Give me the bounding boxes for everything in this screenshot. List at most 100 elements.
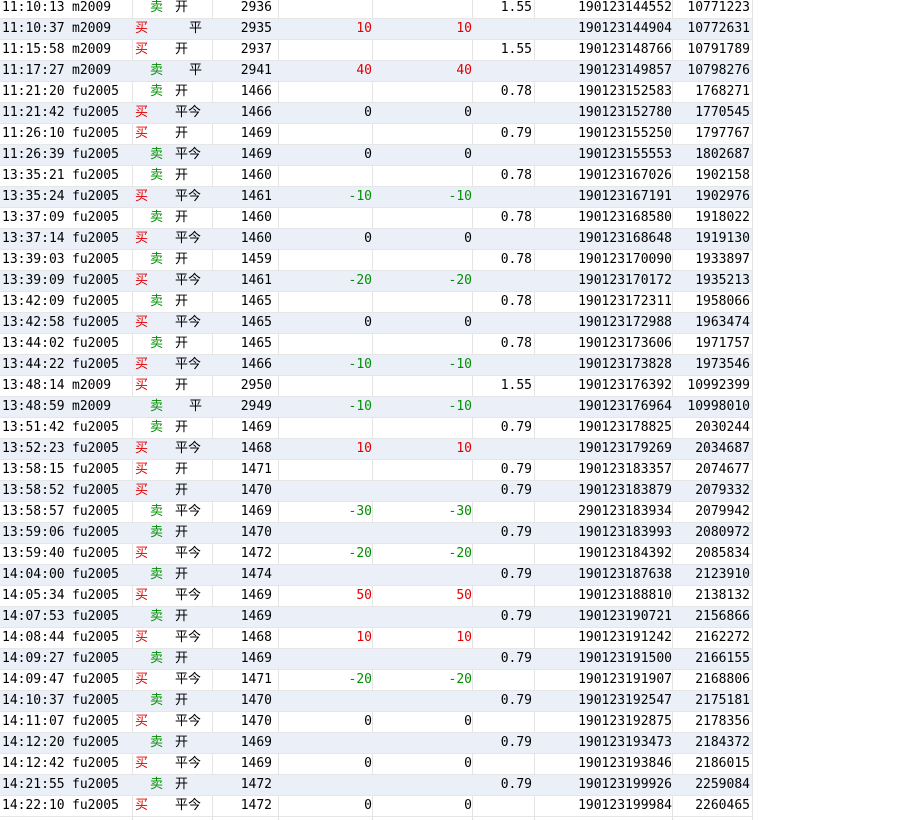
- pnl-total: [380, 418, 472, 438]
- table-row[interactable]: 14:12:20 fu2005 卖开 1469 0.79 190123193473 2184…: [0, 733, 752, 754]
- table-row[interactable]: 13:51:42 fu2005 卖开 1469 0.79 190123178825 2030…: [0, 418, 752, 439]
- pnl-total: 10: [456, 21, 472, 36]
- table-row[interactable]: 14:22:10 fu2005 买 平今 1472 0 0 190123199984 22604…: [0, 796, 752, 817]
- trade-price: 1460: [240, 210, 272, 225]
- table-row[interactable]: 13:35:21 fu2005 卖开 1460 0.78 190123167026 1902…: [0, 166, 752, 187]
- commission-fee: [474, 670, 532, 690]
- contract-code: fu2005: [72, 504, 119, 519]
- trade-time: 14:22:10: [2, 798, 65, 813]
- deal-number: 1963474: [695, 315, 750, 330]
- trade-price: 1472: [240, 798, 272, 813]
- table-row[interactable]: 14:05:34 fu2005 买 平今 1469 50 50 190123188810 213…: [0, 586, 752, 607]
- offset-label: 平今: [175, 357, 202, 372]
- table-row[interactable]: 11:21:20 fu2005 卖开 1466 0.78 190123152583 1768…: [0, 82, 752, 103]
- table-row[interactable]: 13:58:15 fu2005 买 开 1471 0.79 190123183357 2074…: [0, 460, 752, 481]
- table-row[interactable]: 13:59:40 fu2005 买 平今 1472 -20 -20 190123184392 2…: [0, 544, 752, 565]
- offset-label: 开: [175, 420, 189, 435]
- pnl-total: [380, 292, 472, 312]
- pnl-value: -20: [348, 546, 372, 561]
- pnl-total: [380, 775, 472, 795]
- table-row[interactable]: 11:21:42 fu2005 买 平今 1466 0 0 190123152780 17705…: [0, 103, 752, 124]
- trade-time: 13:59:06: [2, 525, 65, 540]
- offset-label: 开: [175, 252, 189, 267]
- table-row[interactable]: 11:10:13 m2009 卖开 2936 1.55 190123144552 10771…: [0, 0, 752, 19]
- table-row[interactable]: 13:37:14 fu2005 买 平今 1460 0 0 190123168648 19191…: [0, 229, 752, 250]
- trade-price: 1469: [240, 651, 272, 666]
- contract-code: m2009: [72, 21, 112, 36]
- trade-time: 13:37:14: [2, 231, 65, 246]
- table-row[interactable]: 14:12:42 fu2005 买 平今 1469 0 0 190123193846 21860…: [0, 754, 752, 775]
- offset-label: 平今: [175, 189, 202, 204]
- table-row[interactable]: 11:15:58 m2009 买 开 2937 1.55 190123148766 10791…: [0, 40, 752, 61]
- table-row[interactable]: 13:59:06 fu2005 卖开 1470 0.79 190123183993 2080…: [0, 523, 752, 544]
- pnl-total: [380, 523, 472, 543]
- table-row[interactable]: 13:37:09 fu2005 卖开 1460 0.78 190123168580 1918…: [0, 208, 752, 229]
- table-row[interactable]: 13:58:52 fu2005 买 开 1470 0.79 190123183879 2079…: [0, 481, 752, 502]
- offset-label: 平今: [175, 798, 202, 813]
- table-row[interactable]: 14:08:44 fu2005 买 平今 1468 10 10 190123191242 216…: [0, 628, 752, 649]
- table-row[interactable]: 13:44:22 fu2005 买 平今 1466 -10 -10 190123173828 1…: [0, 355, 752, 376]
- deal-number: 2034687: [695, 441, 750, 456]
- table-row[interactable]: 13:44:02 fu2005 卖开 1465 0.78 190123173606 1971…: [0, 334, 752, 355]
- contract-code: fu2005: [72, 231, 119, 246]
- trade-price: 2941: [240, 63, 272, 78]
- direction-label: 卖: [150, 294, 164, 309]
- table-row[interactable]: 13:35:24 fu2005 买 平今 1461 -10 -10 190123167191 1…: [0, 187, 752, 208]
- trade-time: 14:07:53: [2, 609, 65, 624]
- deal-number: 2138132: [695, 588, 750, 603]
- table-row[interactable]: 14:09:47 fu2005 买 平今 1471 -20 -20 190123191907 2…: [0, 670, 752, 691]
- offset-label: 开: [175, 126, 189, 141]
- trade-time: 11:21:20: [2, 84, 65, 99]
- table-row[interactable]: 14:07:53 fu2005 卖开 1469 0.79 190123190721 2156…: [0, 607, 752, 628]
- order-number: 190123155553: [578, 147, 672, 162]
- deal-number: 2079332: [695, 483, 750, 498]
- table-row[interactable]: 13:42:58 fu2005 买 平今 1465 0 0 190123172988 19634…: [0, 313, 752, 334]
- commission-fee: 0.78: [500, 168, 532, 183]
- pnl-value: [290, 733, 372, 753]
- table-row[interactable]: 11:26:39 fu2005 卖平今 1469 0 0 190123155553 18026…: [0, 145, 752, 166]
- table-row[interactable]: 13:39:09 fu2005 买 平今 1461 -20 -20 190123170172 1…: [0, 271, 752, 292]
- commission-fee: [474, 712, 532, 732]
- commission-fee: 0.79: [500, 462, 532, 477]
- table-row[interactable]: 13:42:09 fu2005 卖开 1465 0.78 190123172311 1958…: [0, 292, 752, 313]
- pnl-value: 0: [364, 315, 372, 330]
- order-number: 190123193473: [578, 735, 672, 750]
- order-number: 190123152583: [578, 84, 672, 99]
- table-row[interactable]: 13:48:14 m2009 买 开 2950 1.55 190123176392 10992…: [0, 376, 752, 397]
- table-row[interactable]: 11:26:10 fu2005 买 开 1469 0.79 190123155250 1797…: [0, 124, 752, 145]
- trade-time: 13:59:40: [2, 546, 65, 561]
- contract-code: fu2005: [72, 84, 119, 99]
- commission-fee: 0.78: [500, 336, 532, 351]
- offset-label: 开: [175, 168, 189, 183]
- trade-price: 1469: [240, 756, 272, 771]
- table-row[interactable]: 11:17:27 m2009 卖平 2941 40 40 190123149857 10798…: [0, 61, 752, 82]
- table-row[interactable]: 11:10:37 m2009 买平 2935 10 10 190123144904 10772…: [0, 19, 752, 40]
- table-row[interactable]: 14:10:37 fu2005 卖开 1470 0.79 190123192547 2175…: [0, 691, 752, 712]
- pnl-total: 40: [456, 63, 472, 78]
- trade-price: 1469: [240, 735, 272, 750]
- deal-number: 1935213: [695, 273, 750, 288]
- order-number: 190123170172: [578, 273, 672, 288]
- trade-time: 13:44:22: [2, 357, 65, 372]
- trade-price: 1460: [240, 231, 272, 246]
- deal-number: 1971757: [695, 336, 750, 351]
- table-row[interactable]: 14:11:07 fu2005 买 平今 1470 0 0 190123192875 21783…: [0, 712, 752, 733]
- order-number: 190123183879: [578, 483, 672, 498]
- order-number: 190123173606: [578, 336, 672, 351]
- table-row[interactable]: 14:04:00 fu2005 卖开 1474 0.79 190123187638 2123…: [0, 565, 752, 586]
- table-row[interactable]: 13:52:23 fu2005 买 平今 1468 10 10 190123179269 203…: [0, 439, 752, 460]
- trade-price: 1469: [240, 588, 272, 603]
- table-row[interactable]: 14:09:27 fu2005 卖开 1469 0.79 190123191500 2166…: [0, 649, 752, 670]
- table-row[interactable]: 14:21:55 fu2005 卖开 1472 0.79 190123199926 2259…: [0, 775, 752, 796]
- pnl-value: 10: [356, 630, 372, 645]
- pnl-total: -20: [448, 273, 472, 288]
- deal-number: 2184372: [695, 735, 750, 750]
- pnl-total: [380, 460, 472, 480]
- trade-price: 1471: [240, 462, 272, 477]
- table-row[interactable]: 13:48:59 m2009 卖平 2949 -10 -10 190123176964 109…: [0, 397, 752, 418]
- table-row[interactable]: 13:58:57 fu2005 卖平今 1469 -30 -30 290123183934 2…: [0, 502, 752, 523]
- table-row[interactable]: 13:39:03 fu2005 卖开 1459 0.78 190123170090 1933…: [0, 250, 752, 271]
- direction-label: 买: [135, 630, 149, 645]
- contract-code: fu2005: [72, 336, 119, 351]
- offset-label: 平今: [175, 231, 202, 246]
